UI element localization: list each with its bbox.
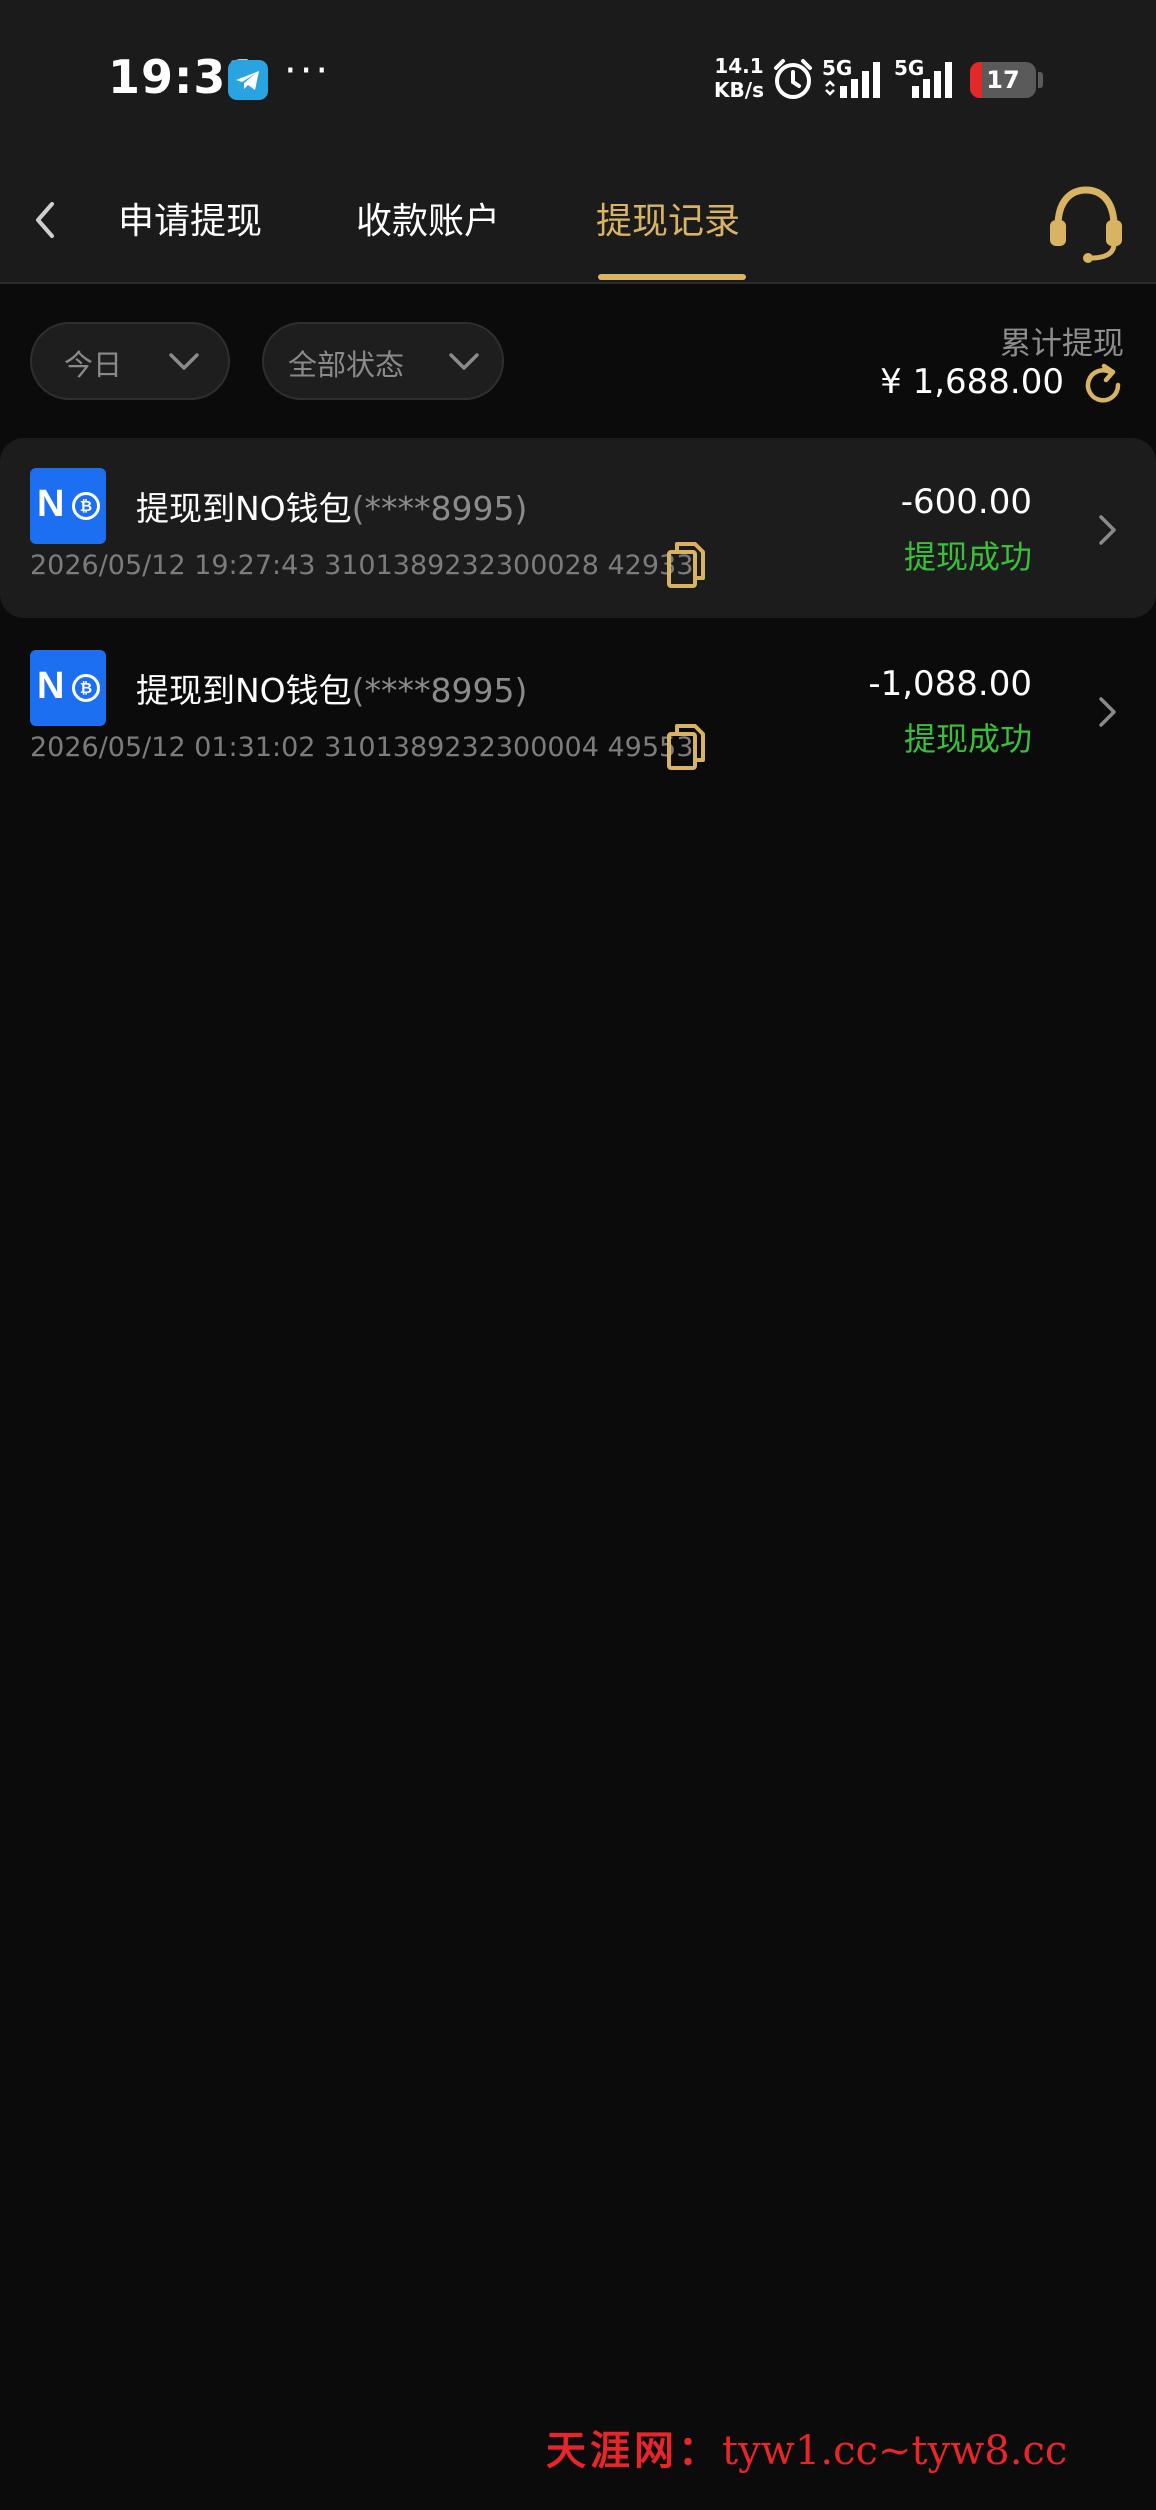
status-bar: 19:31 ··· 14.1 KB/s 5G 5G 17 bbox=[0, 0, 1156, 160]
date-filter-dropdown[interactable]: 今日 bbox=[30, 322, 230, 400]
back-arrow-icon[interactable] bbox=[20, 190, 70, 250]
copy-icon[interactable] bbox=[666, 540, 706, 590]
record-order-no: 3101389232300028 42933 bbox=[324, 550, 694, 581]
headset-support-icon[interactable] bbox=[1044, 180, 1128, 264]
signal-icon: 5G bbox=[822, 52, 898, 102]
withdraw-record-row[interactable]: N ₿ 提现到NO钱包(****8995) 2026/05/12 01:31:0… bbox=[0, 620, 1156, 800]
telegram-icon bbox=[228, 60, 268, 100]
no-wallet-logo-icon: N ₿ bbox=[30, 650, 106, 726]
record-meta: 2026/05/12 01:31:02 3101389232300004 495… bbox=[30, 732, 693, 763]
active-tab-indicator bbox=[598, 274, 746, 280]
status-filter-dropdown[interactable]: 全部状态 bbox=[262, 322, 504, 400]
chevron-down-icon bbox=[449, 353, 479, 370]
network-speed-value: 14.1 bbox=[714, 54, 764, 78]
watermark-urls: tyw1.cc~tyw8.cc bbox=[722, 2428, 1068, 2474]
record-datetime: 2026/05/12 01:31:02 bbox=[30, 732, 316, 763]
record-title: 提现到NO钱包(****8995) bbox=[136, 671, 528, 710]
alarm-icon bbox=[770, 56, 816, 102]
signal-icon: 5G bbox=[894, 52, 970, 102]
watermark: 天涯网：tyw1.cc~tyw8.cc bbox=[546, 2418, 1067, 2476]
record-account-mask: (****8995) bbox=[351, 671, 528, 710]
status-filter-label: 全部状态 bbox=[288, 348, 405, 382]
record-datetime: 2026/05/12 19:27:43 bbox=[30, 550, 316, 581]
withdraw-record-row[interactable]: N ₿ 提现到NO钱包(****8995) 2026/05/12 19:27:4… bbox=[0, 438, 1156, 618]
record-meta: 2026/05/12 19:27:43 3101389232300028 429… bbox=[30, 550, 693, 581]
battery-level: 17 bbox=[986, 66, 1020, 94]
record-amount: -600.00 bbox=[900, 482, 1032, 522]
record-amount: -1,088.00 bbox=[868, 664, 1032, 704]
record-status: 提现成功 bbox=[903, 538, 1032, 576]
date-filter-label: 今日 bbox=[64, 348, 123, 382]
network-speed: 14.1 KB/s bbox=[712, 54, 766, 102]
tab-receiving-accounts[interactable]: 收款账户 bbox=[356, 192, 500, 244]
record-status: 提现成功 bbox=[903, 720, 1032, 758]
chevron-down-icon bbox=[169, 353, 199, 370]
watermark-site-name: 天涯网： bbox=[546, 2427, 722, 2474]
battery-tip bbox=[1038, 72, 1043, 88]
record-title: 提现到NO钱包(****8995) bbox=[136, 489, 528, 528]
more-dots-icon: ··· bbox=[284, 48, 332, 94]
chevron-right-icon bbox=[1099, 515, 1116, 545]
refresh-icon[interactable] bbox=[1080, 362, 1126, 408]
record-account-mask: (****8995) bbox=[351, 489, 528, 528]
copy-icon[interactable] bbox=[666, 722, 706, 772]
no-wallet-logo-icon: N ₿ bbox=[30, 468, 106, 544]
nav-bar: 申请提现 收款账户 提现记录 bbox=[0, 160, 1156, 284]
total-withdraw-label: 累计提现 bbox=[1000, 326, 1124, 362]
record-order-no: 3101389232300004 49553 bbox=[324, 732, 694, 763]
chevron-right-icon bbox=[1099, 697, 1116, 727]
tab-apply-withdraw[interactable]: 申请提现 bbox=[118, 192, 262, 244]
total-withdraw-amount: ¥ 1,688.00 bbox=[880, 362, 1064, 402]
battery-icon: 17 bbox=[970, 62, 1036, 98]
tab-withdraw-records[interactable]: 提现记录 bbox=[596, 192, 740, 244]
network-speed-unit: KB/s bbox=[714, 78, 764, 102]
